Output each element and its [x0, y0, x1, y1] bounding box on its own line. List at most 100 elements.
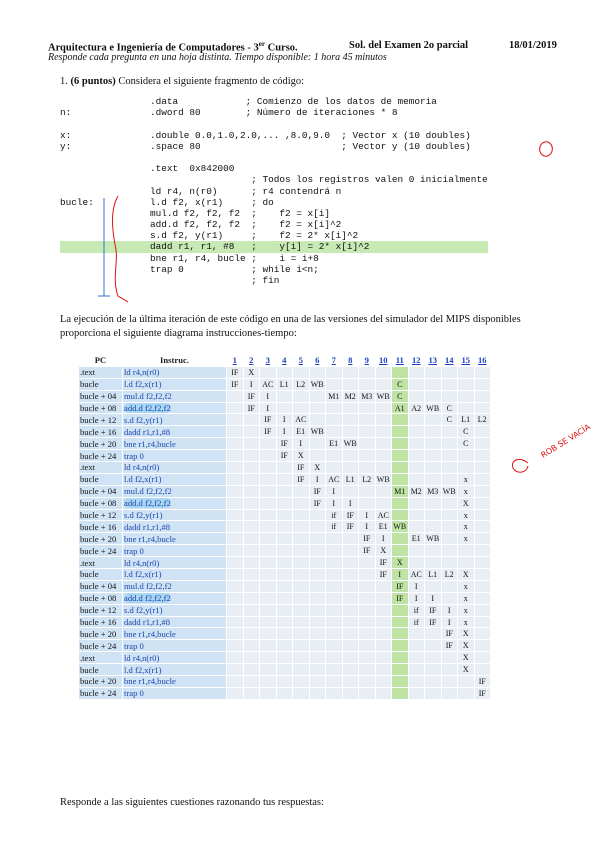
stage-cell — [359, 378, 375, 390]
stage-cell: IF — [342, 521, 358, 533]
stage-cell — [293, 402, 309, 414]
intro-paragraph: La ejecución de la última iteración de e… — [60, 314, 521, 339]
cycle-header[interactable]: 16 — [475, 355, 491, 366]
stage-cell — [276, 366, 292, 378]
stage-cell — [243, 497, 259, 509]
stage-cell — [425, 687, 441, 699]
stage-cell — [326, 569, 342, 580]
stage-cell — [260, 640, 276, 652]
stage-cell — [260, 485, 276, 497]
stage-cell — [375, 450, 391, 462]
stage-cell — [227, 473, 243, 485]
cycle-header[interactable]: 14 — [442, 355, 458, 366]
stage-cell — [260, 438, 276, 450]
stage-cell — [276, 509, 292, 521]
cycle-header[interactable]: 7 — [326, 355, 342, 366]
cycle-header[interactable]: 1 — [227, 355, 243, 366]
stage-cell — [425, 438, 441, 450]
cycle-header[interactable]: 15 — [458, 355, 474, 366]
cycle-header[interactable]: 5 — [293, 355, 309, 366]
cycle-header[interactable]: 11 — [392, 355, 408, 366]
stage-cell — [243, 580, 259, 592]
stage-cell: I — [441, 604, 457, 616]
stage-cell — [474, 450, 490, 462]
stage-cell — [425, 497, 441, 509]
instr-cell: mul.d f2,f2,f2 — [123, 390, 226, 402]
stage-cell: IF — [227, 366, 243, 378]
stage-cell — [260, 664, 276, 676]
stage-cell — [441, 390, 457, 402]
stage-cell — [375, 640, 391, 652]
stage-cell — [425, 628, 441, 640]
stage-cell — [474, 580, 490, 592]
cycle-header[interactable]: 6 — [310, 355, 326, 366]
stage-cell — [260, 462, 276, 473]
stage-cell — [260, 545, 276, 557]
cycle-header[interactable]: 8 — [343, 355, 359, 366]
stage-cell — [326, 414, 342, 426]
stage-cell — [227, 569, 243, 580]
cycle-header[interactable]: 9 — [359, 355, 375, 366]
table-row: .text ld r4,n(r0) X — [79, 652, 490, 664]
stage-cell — [243, 545, 259, 557]
stage-cell: x — [458, 616, 474, 628]
pc-cell: bucle + 04 — [79, 580, 122, 592]
stage-cell — [392, 640, 408, 652]
cycle-header[interactable]: 4 — [277, 355, 293, 366]
pc-cell: .text — [79, 366, 122, 378]
stage-cell — [425, 521, 441, 533]
table-row: bucle + 12 s.d f2,y(r1) IF I AC C L1 L2 — [79, 414, 490, 426]
instr-text: dadd r1,r1,#8 — [124, 521, 171, 532]
stage-cell: IF — [392, 580, 408, 592]
stage-cell — [243, 450, 259, 462]
stage-cell — [425, 414, 441, 426]
stage-cell — [309, 450, 325, 462]
stage-cell — [276, 402, 292, 414]
stage-cell — [425, 676, 441, 687]
stage-cell — [243, 438, 259, 450]
pc-cell: bucle + 04 — [79, 390, 122, 402]
stage-cell — [458, 687, 474, 699]
stage-cell — [227, 426, 243, 438]
table-row: bucle + 08 add.d f2,f2,f2 IF I Ix — [79, 592, 490, 604]
stage-cell — [392, 438, 408, 450]
stage-cell — [375, 604, 391, 616]
instr-cell: s.d f2,y(r1) — [123, 509, 226, 521]
stage-cell — [326, 652, 342, 664]
cycle-header[interactable]: 3 — [260, 355, 276, 366]
exam-date: 18/01/2019 — [509, 40, 557, 51]
stage-cell: WB — [309, 378, 325, 390]
cycle-header[interactable]: 2 — [244, 355, 260, 366]
stage-cell: IF — [276, 438, 292, 450]
stage-cell — [392, 366, 408, 378]
stage-cell — [408, 557, 424, 569]
stage-cell: X — [293, 450, 309, 462]
stage-cell — [293, 545, 309, 557]
stage-cell: IF — [260, 414, 276, 426]
stage-cell — [359, 414, 375, 426]
cycle-header[interactable]: 12 — [409, 355, 425, 366]
stage-cell — [276, 462, 292, 473]
stage-cell: IF — [293, 473, 309, 485]
stage-cell — [326, 664, 342, 676]
question-1: 1. (6 puntos) Considera el siguiente fra… — [60, 76, 305, 87]
stage-cell — [441, 509, 457, 521]
stage-cell — [227, 545, 243, 557]
stage-cell: C — [392, 378, 408, 390]
cycle-header[interactable]: 13 — [425, 355, 441, 366]
stage-cell — [293, 521, 309, 533]
pc-cell: bucle + 16 — [79, 616, 122, 628]
stage-cell: I — [326, 497, 342, 509]
cycle-header[interactable]: 10 — [376, 355, 392, 366]
code-line: .data ; Comienzo de los datos de memoria — [60, 96, 437, 107]
instr-cell: trap 0 — [123, 450, 226, 462]
stage-cell — [260, 676, 276, 687]
stage-cell — [375, 664, 391, 676]
pc-cell: bucle + 24 — [79, 450, 122, 462]
stage-cell — [227, 664, 243, 676]
stage-cell: L1 — [458, 414, 474, 426]
stage-cell: IF — [359, 545, 375, 557]
stage-cell: IF — [276, 450, 292, 462]
stage-cell: WB — [425, 402, 441, 414]
